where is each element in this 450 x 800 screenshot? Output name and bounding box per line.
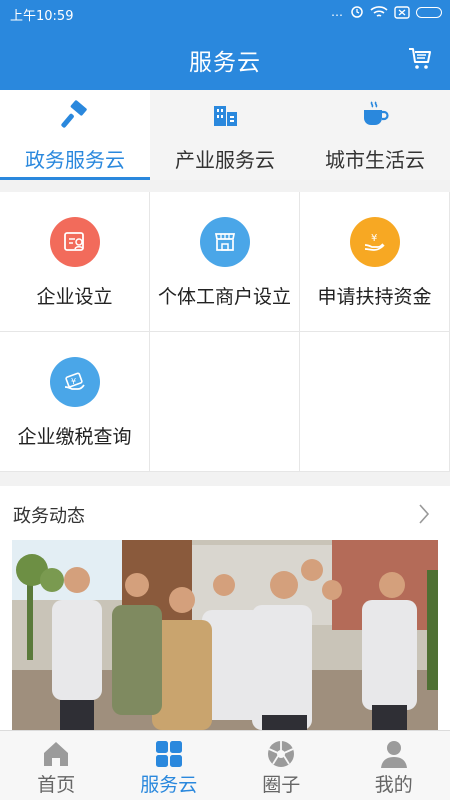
service-apply-support-funds[interactable]: ¥ 申请扶持资金 (300, 192, 450, 332)
grid-icon (155, 741, 182, 767)
news-heading: 政务动态 (13, 506, 85, 527)
chevron-right-icon[interactable] (418, 503, 430, 525)
hand-coin-icon: ¥ (364, 233, 385, 251)
more-dots-icon: … (331, 5, 344, 19)
news-section: 政务动态 (0, 486, 450, 730)
nav-label: 我的 (374, 774, 413, 796)
shopping-cart-icon[interactable] (406, 44, 434, 72)
storefront-icon (214, 233, 236, 251)
active-tab-indicator (0, 177, 150, 180)
nav-mine[interactable]: 我的 (338, 731, 450, 800)
nav-label: 服务云 (140, 774, 198, 796)
empty-grid-cell (300, 332, 450, 472)
id-card-icon (64, 232, 84, 251)
status-icons: … (331, 5, 442, 19)
service-enterprise-establishment[interactable]: 企业设立 (0, 192, 150, 332)
tab-label: 政务服务云 (25, 148, 125, 172)
tab-label: 产业服务云 (175, 148, 275, 172)
tab-label: 城市生活云 (325, 148, 425, 172)
news-photo[interactable] (12, 540, 438, 730)
bottom-navigation: 首页 服务云 圈子 我的 (0, 730, 450, 800)
service-icon-circle (200, 217, 250, 267)
service-icon-circle (50, 217, 100, 267)
service-label: 企业缴税查询 (17, 426, 132, 448)
service-label: 个体工商户设立 (157, 286, 291, 308)
coffee-cup-icon (364, 101, 389, 125)
nav-home[interactable]: 首页 (0, 731, 113, 800)
category-tabs: 政务服务云 产业服务云 城市生活云 (0, 90, 450, 180)
alarm-icon (351, 6, 363, 18)
service-label: 申请扶持资金 (317, 286, 432, 308)
svg-text:¥: ¥ (71, 377, 76, 386)
buildings-icon (214, 106, 237, 126)
service-label: 企业设立 (36, 286, 113, 308)
user-icon (380, 741, 407, 768)
sim-icon (394, 5, 410, 19)
nav-label: 首页 (37, 774, 76, 796)
svg-text:¥: ¥ (371, 233, 377, 244)
service-individual-business-establishment[interactable]: 个体工商户设立 (150, 192, 300, 332)
nav-circle[interactable]: 圈子 (225, 731, 338, 800)
service-enterprise-tax-query[interactable]: ¥ 企业缴税查询 (0, 332, 150, 472)
news-photo-illustration (12, 540, 438, 730)
nav-label: 圈子 (262, 774, 301, 796)
service-icon-circle: ¥ (350, 217, 400, 267)
service-grid: 企业设立 个体工商户设立 ¥ 申请扶持资金 ¥ 企业缴税查询 (0, 192, 450, 472)
empty-grid-cell (150, 332, 300, 472)
tab-city-life-cloud[interactable]: 城市生活云 (300, 90, 450, 180)
wifi-icon (370, 6, 388, 17)
aperture-icon (268, 741, 294, 767)
tab-industry-cloud[interactable]: 产业服务云 (150, 90, 300, 180)
home-icon (44, 742, 68, 766)
app-header: 服务云 (0, 26, 450, 90)
service-icon-circle: ¥ (50, 357, 100, 407)
tab-government-cloud[interactable]: 政务服务云 (0, 90, 150, 180)
battery-icon (416, 6, 442, 18)
hammer-icon (61, 100, 87, 128)
tax-card-icon: ¥ (64, 372, 85, 390)
status-time: 上午10:59 (10, 9, 74, 24)
status-bar: 上午10:59 … (0, 0, 450, 26)
nav-service-cloud[interactable]: 服务云 (113, 731, 226, 800)
page-title: 服务云 (189, 50, 261, 76)
